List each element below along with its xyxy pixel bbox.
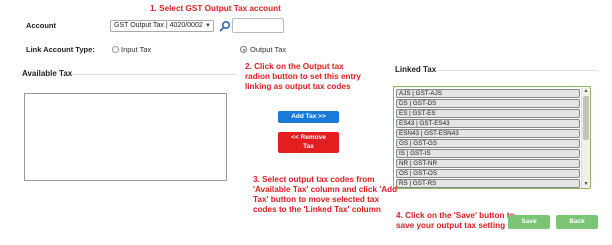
- radio-input-tax-label: Input Tax: [121, 45, 152, 54]
- add-tax-button[interactable]: Add Tax >>: [278, 111, 339, 123]
- list-item[interactable]: OS | GST-OS: [396, 169, 580, 178]
- list-item[interactable]: ES | GST-ES: [396, 109, 580, 118]
- account-select[interactable]: GST Output Tax | 4020/0002 ▼: [110, 20, 214, 32]
- linked-tax-items: AJS | GST-AJS DS | GST-DS ES | GST-ES ES…: [396, 89, 580, 189]
- list-item[interactable]: IS | GST-IS: [396, 149, 580, 158]
- remove-tax-button[interactable]: << Remove Tax: [278, 132, 339, 153]
- scroll-thumb[interactable]: [583, 96, 589, 140]
- linked-tax-list[interactable]: AJS | GST-AJS DS | GST-DS ES | GST-ES ES…: [393, 86, 591, 189]
- available-tax-list[interactable]: [24, 93, 227, 181]
- scroll-down-icon[interactable]: ▼: [582, 181, 590, 188]
- radio-output-tax-label: Output Tax: [250, 45, 287, 54]
- back-button[interactable]: Back: [556, 215, 598, 229]
- list-item[interactable]: ES43 | GST-ES43: [396, 119, 580, 128]
- linked-tax-divider: [438, 70, 598, 71]
- annotation-step1: 1. Select GST Output Tax account: [150, 4, 281, 13]
- linked-tax-scrollbar[interactable]: ▲ ▼: [581, 88, 590, 188]
- annotation-step2: 2. Click on the Output tax radion button…: [245, 62, 361, 91]
- search-icon[interactable]: [219, 20, 231, 32]
- radio-input-tax[interactable]: [112, 46, 119, 53]
- chevron-down-icon: ▼: [205, 23, 211, 29]
- list-item[interactable]: GS | GST-GS: [396, 139, 580, 148]
- list-item[interactable]: ESN43 | GST-ESN43: [396, 129, 580, 138]
- linked-tax-title: Linked Tax: [395, 65, 437, 74]
- list-item[interactable]: DS | GST-DS: [396, 99, 580, 108]
- scroll-up-icon[interactable]: ▲: [582, 88, 590, 95]
- annotation-step4: 4. Click on the 'Save' button to save yo…: [396, 211, 515, 230]
- account-code-input[interactable]: [232, 18, 284, 33]
- available-tax-divider: [72, 74, 236, 75]
- list-item[interactable]: AJS | GST-AJS: [396, 89, 580, 98]
- radio-output-tax[interactable]: [240, 46, 247, 53]
- list-item[interactable]: RS | GST-RS: [396, 179, 580, 188]
- account-label: Account: [26, 21, 56, 30]
- save-button[interactable]: Save: [508, 215, 550, 229]
- account-select-value: GST Output Tax | 4020/0002: [114, 22, 203, 29]
- link-type-label: Link Account Type:: [26, 45, 95, 54]
- annotation-step3: 3. Select output tax codes from 'Availab…: [253, 175, 398, 214]
- available-tax-title: Available Tax: [22, 69, 73, 78]
- list-item[interactable]: NR | GST-NR: [396, 159, 580, 168]
